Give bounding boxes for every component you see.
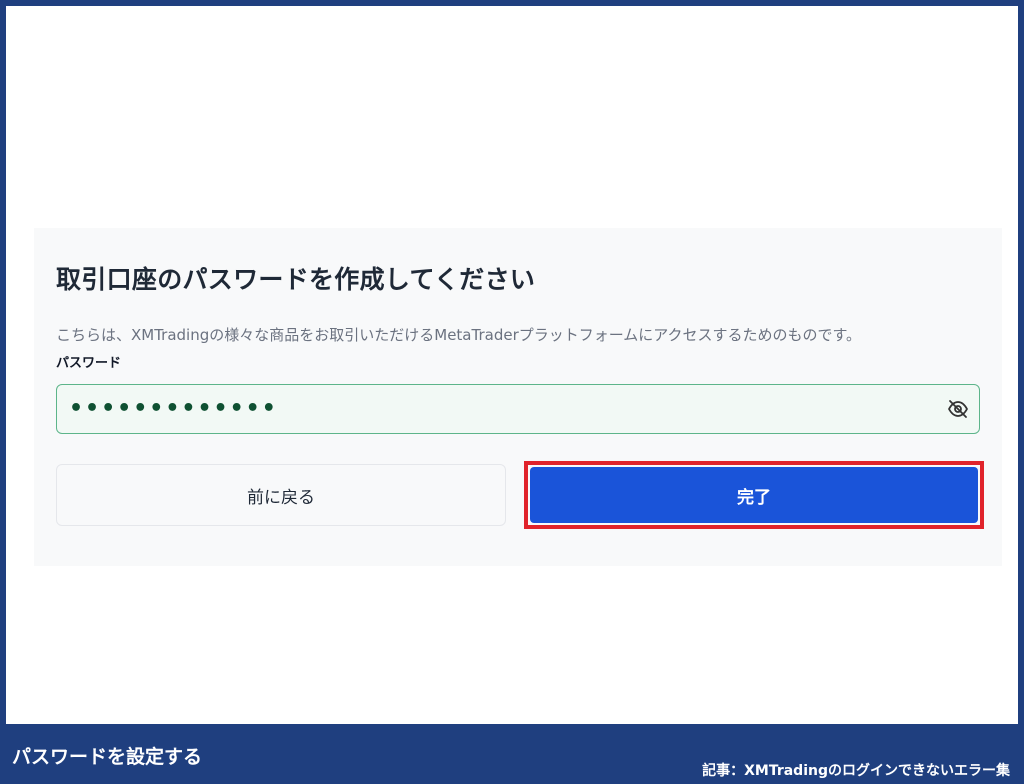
form-description: こちらは、XMTradingの様々な商品をお取引いただけるMetaTraderプ…	[56, 326, 862, 344]
form-title: 取引口座のパスワードを作成してください	[56, 265, 536, 294]
password-input[interactable]: •••••••••••••	[56, 384, 980, 434]
password-label: パスワード	[56, 356, 122, 371]
back-button[interactable]: 前に戻る	[56, 464, 506, 526]
screenshot-frame: 取引口座のパスワードを作成してください こちらは、XMTradingの様々な商品…	[6, 6, 1018, 724]
back-button-label: 前に戻る	[247, 487, 315, 508]
complete-button[interactable]: 完了	[530, 467, 978, 523]
caption-title: パスワードを設定する	[12, 746, 203, 768]
password-value: •••••••••••••	[69, 396, 278, 421]
eye-off-icon[interactable]	[947, 399, 969, 419]
caption-article: 記事：XMTradingのログインできないエラー集	[702, 763, 1010, 779]
complete-button-label: 完了	[737, 487, 771, 508]
password-form-panel: 取引口座のパスワードを作成してください こちらは、XMTradingの様々な商品…	[34, 228, 1002, 566]
